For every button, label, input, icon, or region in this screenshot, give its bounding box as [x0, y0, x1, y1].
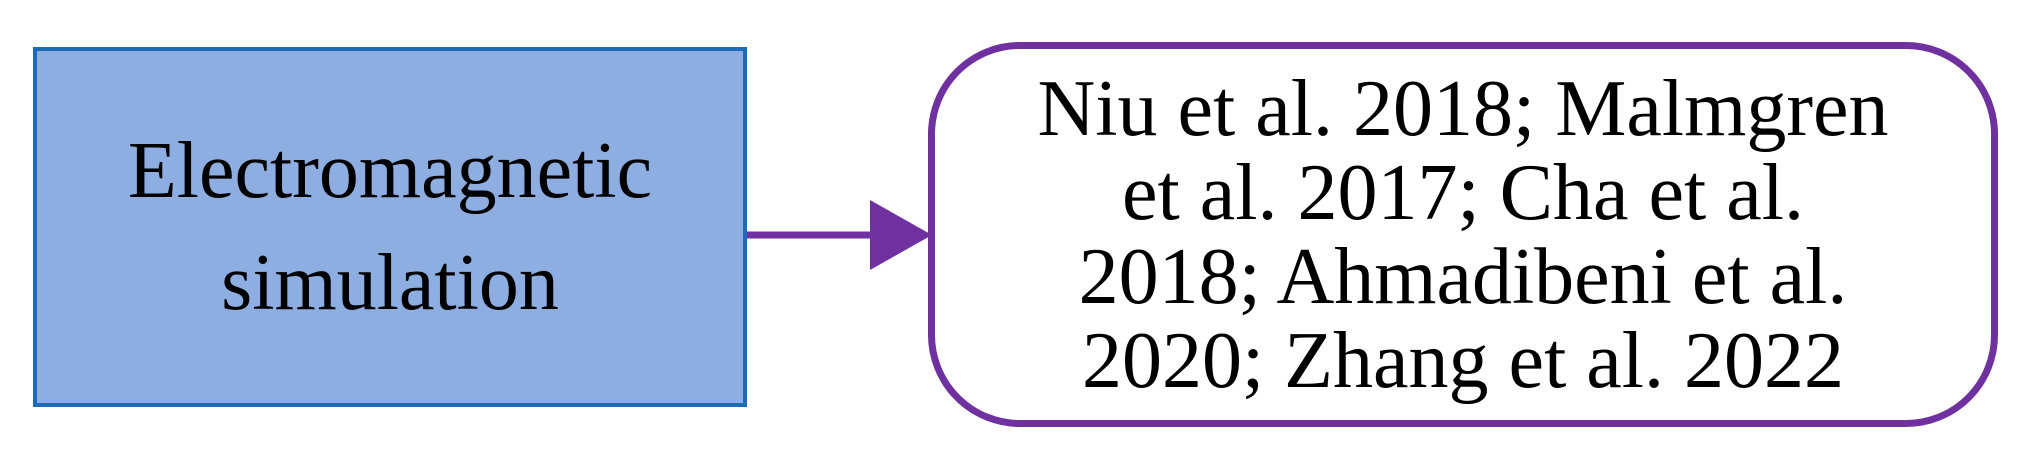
- references-line-1: Niu et al. 2018; Malmgren: [1037, 64, 1889, 153]
- references-box: Niu et al. 2018; Malmgren et al. 2017; C…: [928, 42, 1998, 427]
- arrow-head-icon: [870, 200, 932, 270]
- references-text: Niu et al. 2018; Malmgren et al. 2017; C…: [1038, 67, 1889, 403]
- references-line-2: et al. 2017; Cha et al.: [1121, 148, 1805, 237]
- references-line-4: 2020; Zhang et al. 2022: [1081, 316, 1845, 405]
- diagram: Electromagnetic simulation Niu et al. 20…: [0, 0, 2026, 470]
- references-line-3: 2018; Ahmadibeni et al.: [1078, 232, 1848, 321]
